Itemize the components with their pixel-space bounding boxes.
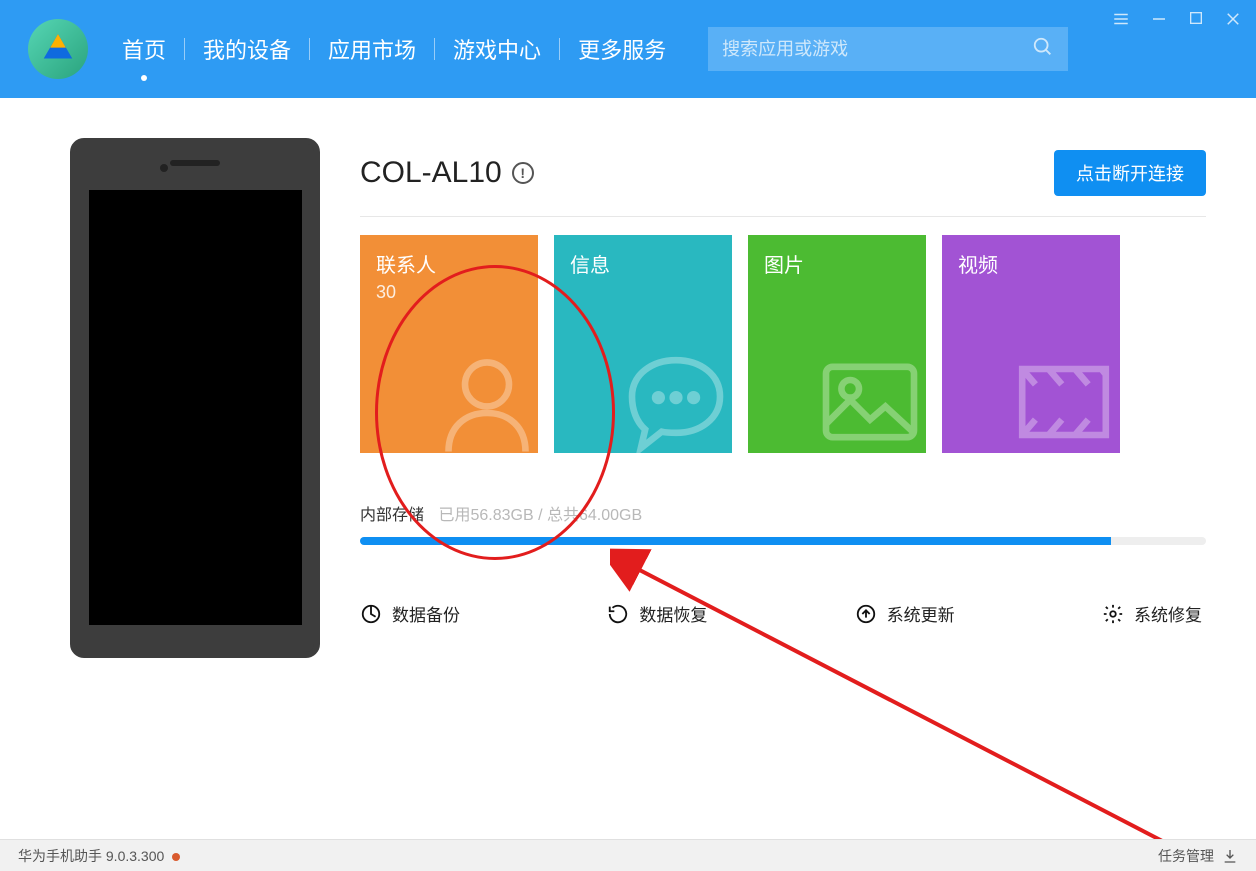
maximize-button[interactable] [1188,10,1204,33]
nav-apps[interactable]: 应用市场 [310,33,434,65]
nav-label: 游戏中心 [453,38,541,63]
tile-count: 30 [376,282,522,303]
nav-label: 更多服务 [578,38,666,63]
close-button[interactable] [1224,10,1242,33]
device-panel: COL-AL10 ! 点击断开连接 联系人 30 信息 [360,138,1206,658]
task-manager-button[interactable]: 任务管理 [1158,846,1238,866]
pictures-icon [810,347,926,453]
action-label: 数据备份 [392,601,460,626]
action-repair[interactable]: 系统修复 [1102,601,1202,626]
nav-home[interactable]: 首页 [104,33,184,65]
device-info-button[interactable]: ! [512,162,534,184]
minimize-icon [1150,10,1168,28]
tile-contacts[interactable]: 联系人 30 [360,235,538,453]
nav-more[interactable]: 更多服务 [560,33,684,65]
info-icon: ! [520,165,525,181]
nav-games[interactable]: 游戏中心 [435,33,559,65]
tile-videos[interactable]: 视频 [942,235,1120,453]
close-icon [1224,10,1242,28]
download-icon [1222,848,1238,864]
messages-icon [616,347,732,453]
app-version-number: 9.0.3.300 [106,848,164,864]
phone-camera-dot [160,164,168,172]
storage-bar [360,537,1206,545]
action-row: 数据备份 数据恢复 系统更新 系统修复 [360,601,1206,626]
storage-usage-text: 已用56.83GB / 总共64.00GB [438,507,642,524]
disconnect-label: 点击断开连接 [1076,164,1184,184]
action-restore[interactable]: 数据恢复 [607,601,707,626]
update-icon [855,603,877,625]
action-label: 系统更新 [887,601,955,626]
app-logo [28,19,88,79]
category-tiles: 联系人 30 信息 图片 视频 [360,235,1206,453]
divider [360,216,1206,217]
menu-button[interactable] [1112,10,1130,33]
search-icon [1032,36,1054,58]
device-name-row: COL-AL10 ! [360,156,534,190]
tile-title: 信息 [570,249,716,278]
statusbar: 华为手机助手 9.0.3.300 任务管理 [0,839,1256,871]
action-label: 数据恢复 [639,601,707,626]
contacts-icon [432,347,538,453]
minimize-button[interactable] [1150,10,1168,33]
tile-messages[interactable]: 信息 [554,235,732,453]
tile-title: 图片 [764,249,910,278]
update-dot-icon [172,853,180,861]
app-version: 华为手机助手 9.0.3.300 [18,846,180,866]
titlebar: 首页 我的设备 应用市场 游戏中心 更多服务 [0,0,1256,98]
menu-icon [1112,10,1130,28]
main-content: COL-AL10 ! 点击断开连接 联系人 30 信息 [0,98,1256,658]
storage-bar-fill [360,537,1111,545]
repair-icon [1102,603,1124,625]
action-backup[interactable]: 数据备份 [360,601,460,626]
tile-pictures[interactable]: 图片 [748,235,926,453]
phone-screen [89,190,302,625]
videos-icon [1004,347,1120,453]
search-button[interactable] [1032,36,1054,63]
device-mockup [70,138,320,658]
nav-label: 我的设备 [203,38,291,63]
device-name: COL-AL10 [360,156,502,190]
search-input[interactable] [722,39,1032,60]
device-header: COL-AL10 ! 点击断开连接 [360,150,1206,196]
restore-icon [607,603,629,625]
nav-mydevice[interactable]: 我的设备 [185,33,309,65]
disconnect-button[interactable]: 点击断开连接 [1054,150,1206,196]
nav: 首页 我的设备 应用市场 游戏中心 更多服务 [104,33,684,65]
phone-speaker [170,160,220,166]
action-update[interactable]: 系统更新 [855,601,955,626]
logo-icon [41,32,75,66]
backup-icon [360,603,382,625]
action-label: 系统修复 [1134,601,1202,626]
tile-title: 视频 [958,249,1104,278]
storage-label: 内部存储 [360,507,424,524]
maximize-icon [1188,10,1204,26]
storage-section: 内部存储 已用56.83GB / 总共64.00GB [360,501,1206,545]
search-box [708,27,1068,71]
task-manager-label: 任务管理 [1158,846,1214,866]
nav-label: 首页 [122,38,166,63]
tile-title: 联系人 [376,249,522,278]
nav-label: 应用市场 [328,38,416,63]
window-controls [1112,10,1242,33]
app-name: 华为手机助手 [18,848,102,864]
